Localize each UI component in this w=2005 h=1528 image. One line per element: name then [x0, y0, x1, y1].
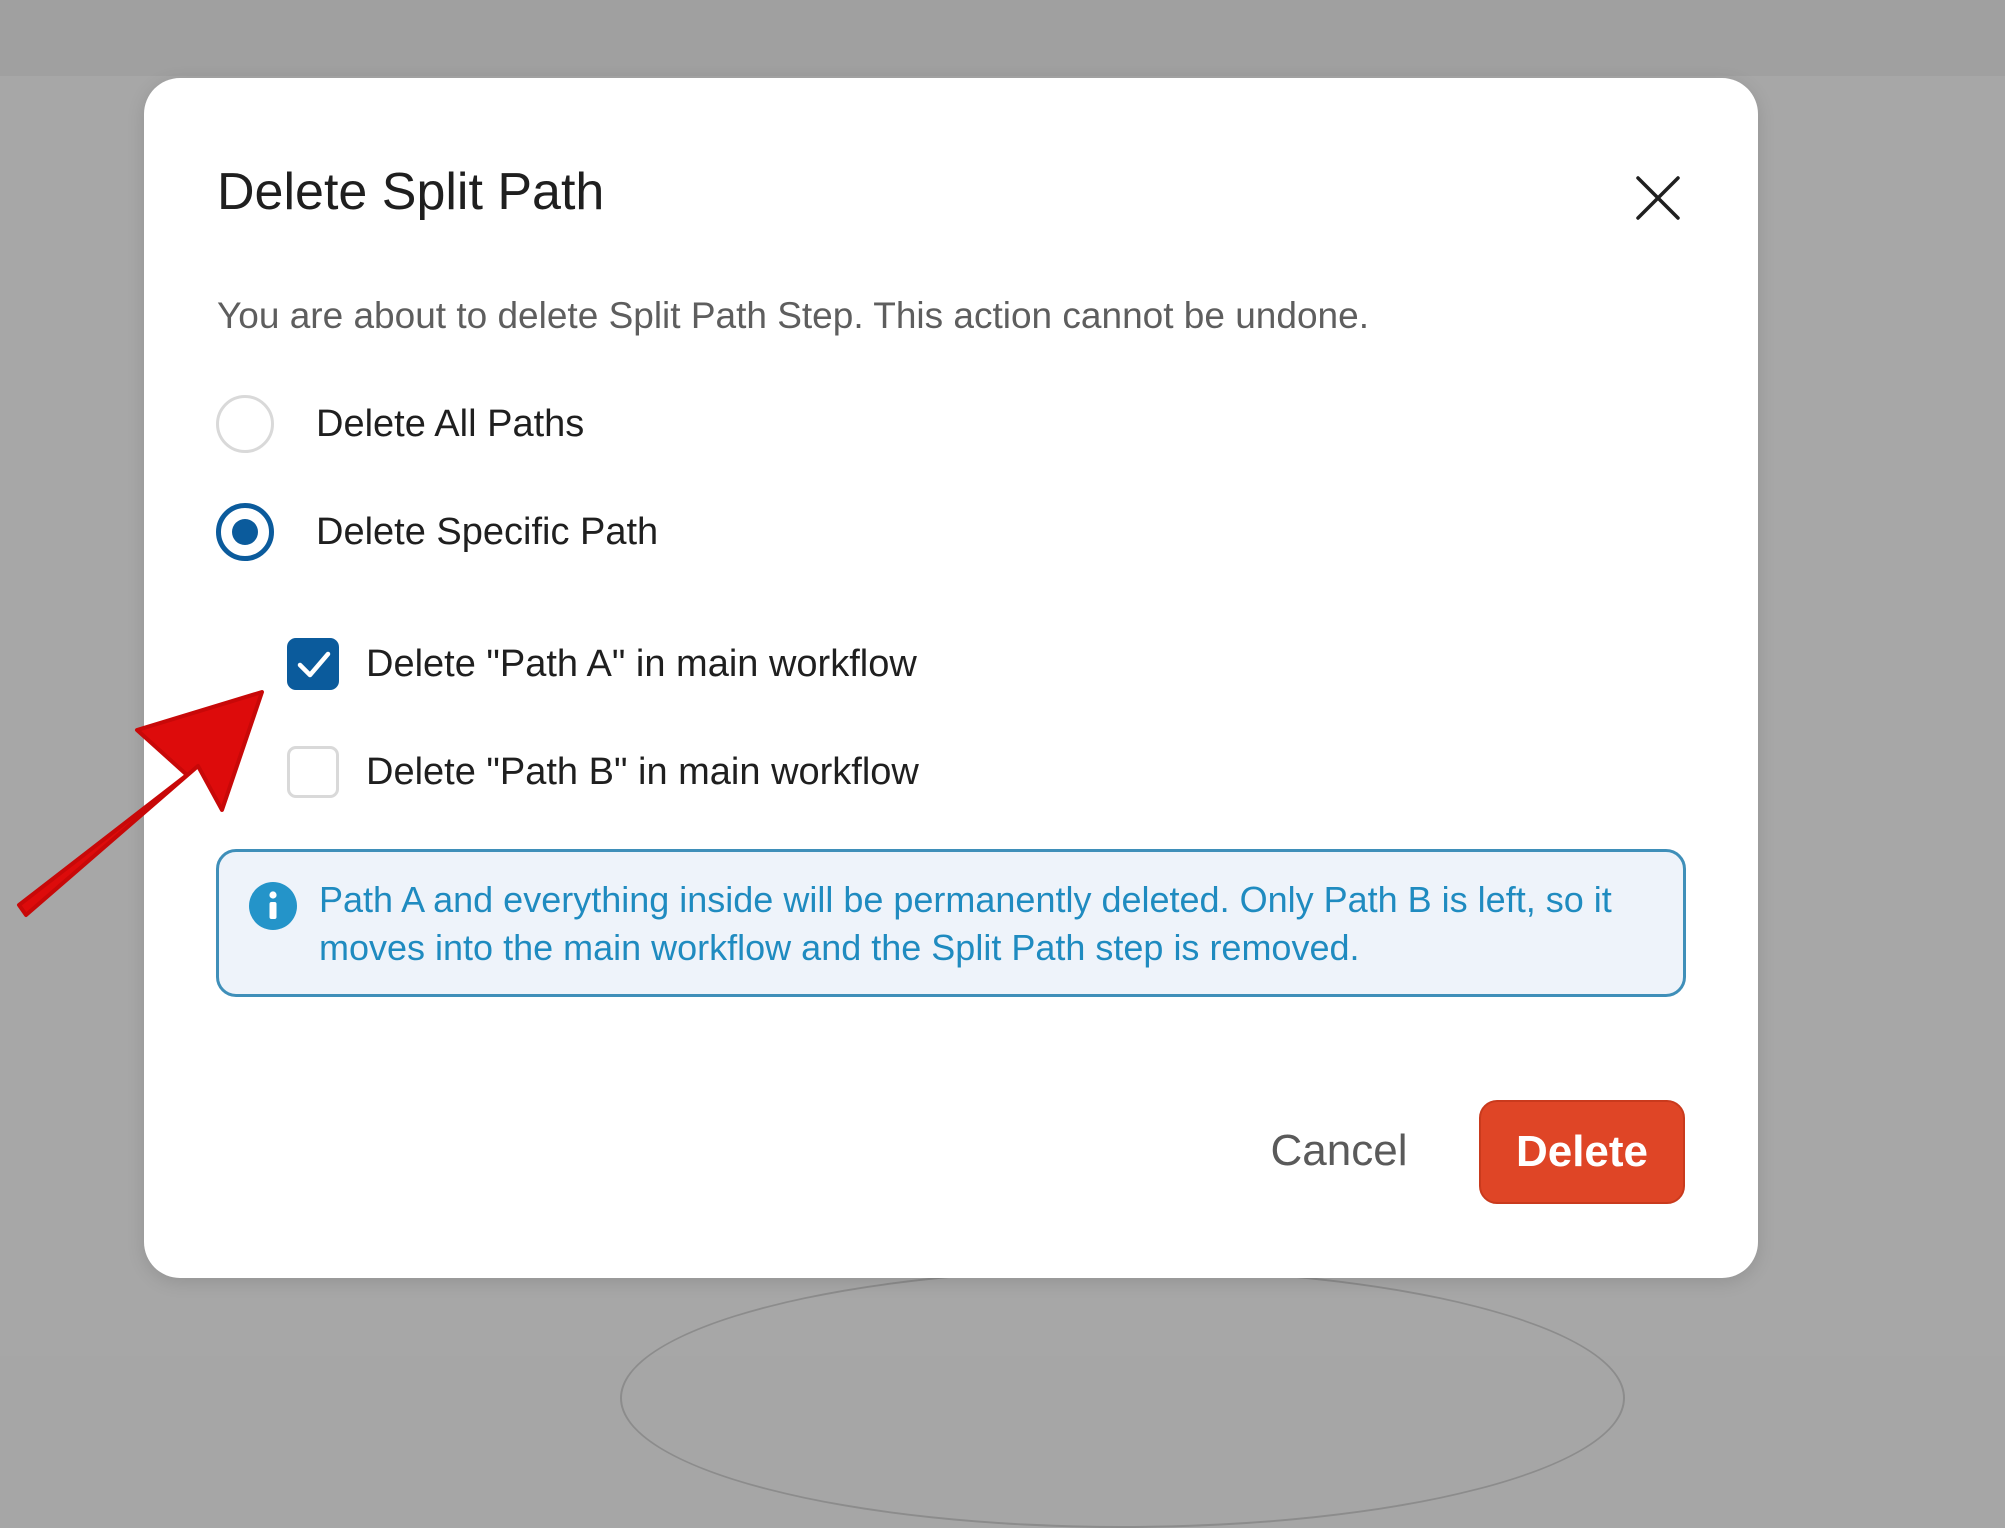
delete-split-path-dialog: Delete Split Path You are about to delet…: [144, 78, 1758, 1278]
path-b-option[interactable]: Delete "Path B" in main workflow: [287, 745, 919, 799]
delete-button[interactable]: Delete: [1479, 1100, 1685, 1204]
cancel-button[interactable]: Cancel: [1234, 1099, 1444, 1203]
checkbox-path-a[interactable]: [287, 638, 339, 690]
option-label: Delete Specific Path: [316, 510, 659, 553]
info-message: Path A and everything inside will be per…: [319, 879, 1612, 968]
checkbox-path-b[interactable]: [287, 746, 339, 798]
backdrop-top-band: [0, 0, 2005, 76]
path-b-label: Delete "Path B" in main workflow: [366, 750, 919, 793]
close-icon: [1636, 176, 1680, 220]
dialog-description: You are about to delete Split Path Step.…: [217, 295, 1369, 336]
close-button[interactable]: [1628, 168, 1688, 228]
info-alert: Path A and everything inside will be per…: [216, 849, 1686, 997]
info-icon: [249, 882, 297, 930]
option-delete-all-paths[interactable]: Delete All Paths: [216, 394, 584, 454]
radio-delete-all-paths[interactable]: [216, 395, 274, 453]
path-a-label: Delete "Path A" in main workflow: [366, 642, 917, 685]
path-a-option[interactable]: Delete "Path A" in main workflow: [287, 637, 917, 691]
radio-selected-dot: [232, 519, 258, 545]
option-delete-specific-path[interactable]: Delete Specific Path: [216, 502, 658, 562]
dialog-title: Delete Split Path: [217, 163, 605, 221]
radio-delete-specific-path[interactable]: [216, 503, 274, 561]
checkmark-icon: [297, 651, 331, 678]
option-label: Delete All Paths: [316, 402, 585, 445]
background-connector-arc: [620, 1268, 1625, 1528]
